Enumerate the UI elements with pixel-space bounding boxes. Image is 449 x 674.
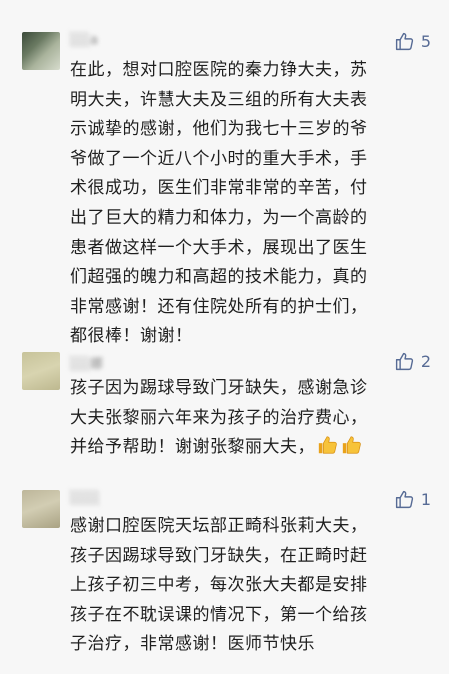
comment-line: 孩子在不耽误课的情况下，第一个给孩 bbox=[70, 604, 368, 625]
comment-text: 在此，想对口腔医院的秦力铮大夫，苏 明大夫，许慧大夫及三组的所有大夫表 示诚挚的… bbox=[70, 56, 425, 352]
comment-line: 孩子因踢球导致门牙缺失，在正畸时赶 bbox=[70, 545, 368, 566]
like-count: 5 bbox=[420, 32, 431, 51]
comment-line: 术很成功，医生们非常非常的辛苦，付 bbox=[70, 178, 368, 199]
comment-line: 非常感谢！还有住院处所有的护士们， bbox=[70, 296, 368, 317]
commenter-name[interactable]: ░░a bbox=[70, 33, 98, 48]
thumbs-up-outline-icon bbox=[395, 32, 413, 51]
comment-line: 上孩子初三中考，每次张大夫都是安排 bbox=[70, 575, 368, 596]
comment-line: 示诚挚的感谢，他们为我七十三岁的爷 bbox=[70, 119, 368, 140]
comment-line: 患者做这样一个大手术，展现出了医生 bbox=[70, 237, 368, 258]
comment-line: 们超强的魄力和高超的技术能力，真的 bbox=[70, 267, 368, 288]
comment-line: 在此，想对口腔医院的秦力铮大夫，苏 bbox=[70, 60, 368, 80]
avatar[interactable] bbox=[22, 352, 60, 390]
comment-text: 孩子因为踢球导致门牙缺失，感谢急诊 大夫张黎丽六年来为孩子的治疗费心， 并给予帮… bbox=[70, 374, 425, 463]
comment-line: 爷做了一个近八个小时的重大手术，手 bbox=[70, 148, 368, 169]
comment-line: 并给予帮助！谢谢张黎丽大夫， bbox=[70, 437, 315, 458]
thumbs-up-outline-icon bbox=[395, 490, 413, 509]
commenter-name[interactable]: ░░娜 bbox=[70, 353, 103, 372]
avatar[interactable] bbox=[22, 490, 60, 528]
like-count: 1 bbox=[420, 490, 431, 509]
like-button[interactable]: 5 bbox=[394, 31, 431, 52]
comment-line: 子治疗，非常感谢！医师节快乐 bbox=[70, 634, 315, 655]
comment-line: 明大夫，许慧大夫及三组的所有大夫表 bbox=[70, 89, 368, 110]
comment-line-with-emoji: 并给予帮助！谢谢张黎丽大夫， bbox=[70, 433, 425, 463]
commenter-name[interactable]: ░░░ bbox=[70, 491, 100, 506]
comment-line: 都很棒！谢谢！ bbox=[70, 326, 193, 347]
comment-line: 大夫张黎丽六年来为孩子的治疗费心， bbox=[70, 407, 368, 428]
thumbs-up-emoji bbox=[318, 436, 337, 454]
like-button[interactable]: 2 bbox=[394, 351, 431, 372]
like-count: 2 bbox=[420, 352, 431, 371]
comment-line: 出了巨大的精力和体力，为一个高龄的 bbox=[70, 207, 368, 228]
thumbs-up-outline-icon bbox=[395, 352, 413, 371]
like-button[interactable]: 1 bbox=[394, 489, 431, 510]
comment-line: 孩子因为踢球导致门牙缺失，感谢急诊 bbox=[70, 378, 368, 398]
thumbs-up-emoji bbox=[342, 436, 361, 454]
comment-line: 感谢口腔医院天坛部正畸科张莉大夫， bbox=[70, 516, 368, 536]
comment-text: 感谢口腔医院天坛部正畸科张莉大夫， 孩子因踢球导致门牙缺失，在正畸时赶 上孩子初… bbox=[70, 512, 425, 660]
avatar[interactable] bbox=[22, 32, 60, 70]
